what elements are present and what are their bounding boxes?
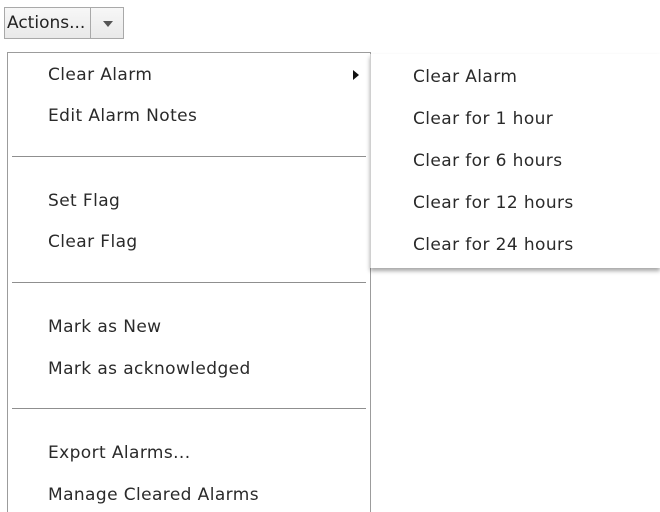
submenu-item-clear-alarm[interactable]: Clear Alarm <box>413 66 517 88</box>
menu-separator <box>12 408 366 409</box>
actions-split-button[interactable]: Actions... <box>4 7 125 39</box>
menu-separator <box>12 156 366 157</box>
menu-item-export-alarms[interactable]: Export Alarms... <box>48 442 191 464</box>
app-root: Actions... Clear Alarm Edit Alarm Notes … <box>0 0 660 512</box>
menu-item-edit-alarm-notes[interactable]: Edit Alarm Notes <box>48 105 197 127</box>
menu-item-mark-as-acknowledged[interactable]: Mark as acknowledged <box>48 358 251 380</box>
submenu-item-clear-24-hours[interactable]: Clear for 24 hours <box>413 234 574 256</box>
submenu-item-clear-12-hours[interactable]: Clear for 12 hours <box>413 192 574 214</box>
menu-item-clear-flag[interactable]: Clear Flag <box>48 231 138 253</box>
menu-item-set-flag[interactable]: Set Flag <box>48 190 120 212</box>
menu-item-mark-as-new[interactable]: Mark as New <box>48 316 161 338</box>
chevron-down-icon <box>103 21 114 27</box>
actions-button[interactable]: Actions... <box>5 8 90 38</box>
menu-separator <box>12 282 366 283</box>
actions-dropdown-toggle[interactable] <box>91 8 123 38</box>
actions-menu: Clear Alarm Edit Alarm Notes Set Flag Cl… <box>7 52 371 512</box>
clear-alarm-submenu: Clear Alarm Clear for 1 hour Clear for 6… <box>370 54 660 268</box>
chevron-right-icon <box>353 70 359 80</box>
menu-item-clear-alarm[interactable]: Clear Alarm <box>48 64 152 86</box>
menu-item-manage-cleared-alarms[interactable]: Manage Cleared Alarms <box>48 484 259 506</box>
submenu-item-clear-6-hours[interactable]: Clear for 6 hours <box>413 150 562 172</box>
submenu-item-clear-1-hour[interactable]: Clear for 1 hour <box>413 108 553 130</box>
